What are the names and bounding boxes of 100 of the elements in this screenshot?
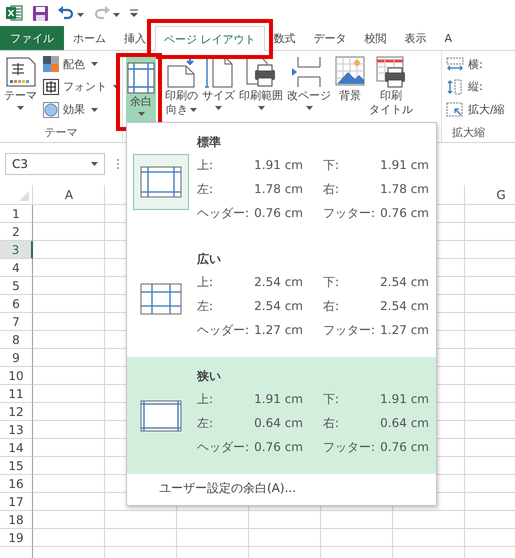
custom-margins-item[interactable]: ユーザー設定の余白(A)...: [127, 474, 436, 505]
ribbon-menu-button[interactable]: フォント: [41, 78, 122, 95]
option-title: 狭い: [197, 368, 222, 384]
row-header[interactable]: 6: [0, 295, 33, 313]
margin-value: 0.76 cm: [255, 205, 303, 222]
ribbon-button[interactable]: サイズ: [201, 51, 236, 123]
margin-value: 1.91 cm: [255, 157, 303, 174]
margin-value: 1.91 cm: [381, 391, 429, 408]
row-header[interactable]: 18: [0, 511, 33, 529]
ribbon-button[interactable]: 印刷範囲: [238, 51, 284, 123]
ribbon-button[interactable]: 改ページ: [286, 51, 332, 123]
ribbon-tab[interactable]: 数式: [264, 26, 304, 50]
caret-icon: [91, 162, 98, 166]
row-header[interactable]: 14: [0, 439, 33, 457]
ribbon-tab[interactable]: A: [436, 26, 462, 50]
orientation-icon: [166, 56, 196, 88]
margin-option[interactable]: 標準 上: 1.91 cm 下: 1.91 cm 左: 1.78 cm 右: 1.78 cm ヘッダー: 0.76 cm フッター: 0.76 cm: [127, 123, 436, 240]
caret-icon: [258, 106, 264, 110]
group-label: 拡大縮: [451, 125, 486, 141]
column-header[interactable]: G: [465, 185, 515, 204]
caret-icon: [17, 106, 24, 110]
caret-icon: [138, 112, 144, 116]
ribbon-button[interactable]: 印刷 タイトル: [368, 51, 414, 123]
row-header[interactable]: 13: [0, 421, 33, 439]
margin-label: 上:: [197, 390, 214, 408]
row-header[interactable]: 16: [0, 475, 33, 493]
scale-option[interactable]: 横:: [444, 56, 507, 72]
print-titles-icon: [376, 56, 406, 88]
ribbon-tab[interactable]: データ: [304, 26, 356, 50]
margin-value: 1.91 cm: [255, 391, 303, 408]
theme-icon: [6, 57, 36, 87]
margin-label: フッター:: [323, 322, 376, 338]
ribbon-menu-button[interactable]: 配色: [41, 56, 122, 72]
undo-icon[interactable]: [58, 6, 74, 20]
ribbon-tab[interactable]: 表示: [396, 26, 436, 50]
save-icon[interactable]: [33, 6, 48, 20]
margin-label: ヘッダー:: [197, 438, 250, 456]
ribbon-tab[interactable]: ホーム: [64, 26, 115, 50]
row-header[interactable]: 7: [0, 313, 33, 331]
size-icon: [204, 56, 232, 88]
caret-icon: [91, 108, 98, 112]
height-icon: [446, 78, 464, 94]
margin-value: 0.64 cm: [255, 415, 303, 432]
caret-icon: [215, 106, 222, 110]
scale-option[interactable]: 縦:: [444, 78, 507, 94]
caret-icon: [190, 108, 197, 112]
row-header[interactable]: 4: [0, 259, 33, 277]
margin-label: 上:: [197, 156, 214, 174]
margin-value: 1.27 cm: [381, 322, 429, 339]
margins-icon: [127, 62, 155, 94]
color-palette-icon: [43, 56, 59, 72]
customize-toolbar-icon[interactable]: [130, 9, 138, 17]
margin-option[interactable]: 広い 上: 2.54 cm 下: 2.54 cm 左: 2.54 cm 右: 2.54 cm ヘッダー: 1.27 cm フッター: 1.27 cm: [127, 240, 436, 357]
ribbon-button[interactable]: 印刷の 向き: [164, 51, 199, 123]
spreadsheet-logo-icon[interactable]: [6, 5, 23, 21]
background-image-icon: [335, 56, 365, 88]
column-header[interactable]: A: [33, 185, 105, 204]
margin-option[interactable]: 狭い 上: 1.91 cm 下: 1.91 cm 左: 0.64 cm 右: 0.64 cm ヘッダー: 0.76 cm フッター: 0.76 cm: [127, 357, 436, 474]
row-header[interactable]: 1: [0, 205, 33, 223]
caret-icon: [77, 12, 84, 16]
caret-icon: [306, 106, 312, 110]
name-box[interactable]: C3: [5, 153, 105, 175]
ribbon-tab[interactable]: 挿入: [115, 26, 155, 50]
row-header[interactable]: 3: [0, 241, 33, 259]
margin-label: 下:: [323, 156, 340, 174]
row-header[interactable]: 15: [0, 457, 33, 475]
margin-label: ヘッダー:: [197, 204, 250, 222]
row-header[interactable]: 19: [0, 529, 33, 547]
margin-value: 0.64 cm: [381, 415, 429, 432]
caret-icon: [113, 12, 120, 16]
row-header[interactable]: 5: [0, 277, 33, 295]
themes-button[interactable]: テーマ: [0, 51, 41, 123]
ribbon-menu-button[interactable]: 効果: [41, 102, 122, 118]
margin-label: フッター:: [323, 204, 376, 222]
ribbon-button[interactable]: 背景: [334, 51, 366, 123]
margin-value: 0.76 cm: [255, 439, 303, 456]
margin-label: 下:: [323, 274, 340, 290]
margin-value: 2.54 cm: [255, 298, 303, 315]
margin-value: 1.91 cm: [381, 157, 429, 174]
margin-value: 2.54 cm: [381, 274, 429, 291]
margin-label: 上:: [197, 274, 214, 290]
width-icon: [446, 57, 464, 71]
row-header[interactable]: 10: [0, 367, 33, 385]
scale-icon: [446, 102, 464, 118]
ribbon-tab[interactable]: 校閲: [356, 26, 396, 50]
margin-label: 下:: [323, 390, 340, 408]
ribbon-button[interactable]: 余白: [126, 57, 156, 123]
row-header[interactable]: 8: [0, 331, 33, 349]
ribbon-tab[interactable]: ファイル: [0, 26, 64, 50]
margin-label: 左:: [197, 414, 214, 432]
margin-value: 1.78 cm: [255, 181, 303, 198]
row-header[interactable]: 11: [0, 385, 33, 403]
margin-label: 左:: [197, 180, 214, 198]
ribbon-tab[interactable]: ページ レイアウト: [155, 26, 264, 51]
row-header[interactable]: 9: [0, 349, 33, 367]
scale-option[interactable]: 拡大/縮: [444, 102, 507, 118]
option-title: 広い: [197, 250, 222, 268]
row-header[interactable]: 17: [0, 493, 33, 511]
margin-value: 0.76 cm: [381, 205, 429, 222]
row-header[interactable]: 12: [0, 403, 33, 421]
